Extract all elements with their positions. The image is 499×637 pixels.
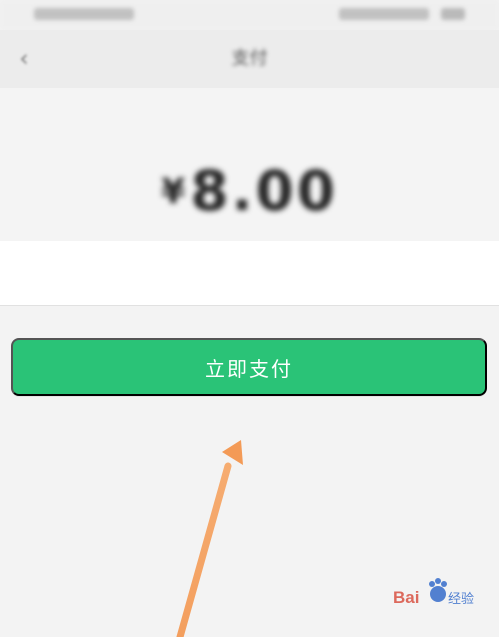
baidu-watermark: Bai 经验 (393, 578, 474, 607)
pay-now-button[interactable]: 立即支付 (11, 338, 487, 396)
payment-screen: ‹ 支付 ¥8.00 立即支付 Bai 经验 (0, 0, 499, 637)
status-carrier (34, 8, 134, 20)
payment-amount: 8.00 (190, 159, 339, 223)
baidu-paw-logo (429, 578, 447, 602)
status-time (339, 8, 429, 20)
arrow-head (222, 440, 243, 465)
payment-method-row[interactable] (0, 241, 499, 306)
arrow-shaft (176, 462, 232, 637)
navigation-bar: ‹ 支付 (0, 30, 499, 88)
payment-summary: ¥8.00 (0, 88, 499, 241)
amount-display: ¥8.00 (0, 164, 499, 219)
status-bar (0, 0, 499, 30)
watermark-experience-text: 经验 (448, 591, 474, 607)
watermark-baidu-text: Bai (393, 588, 419, 607)
battery-icon (441, 8, 465, 20)
page-title: 支付 (231, 48, 268, 69)
currency-symbol: ¥ (160, 172, 186, 212)
